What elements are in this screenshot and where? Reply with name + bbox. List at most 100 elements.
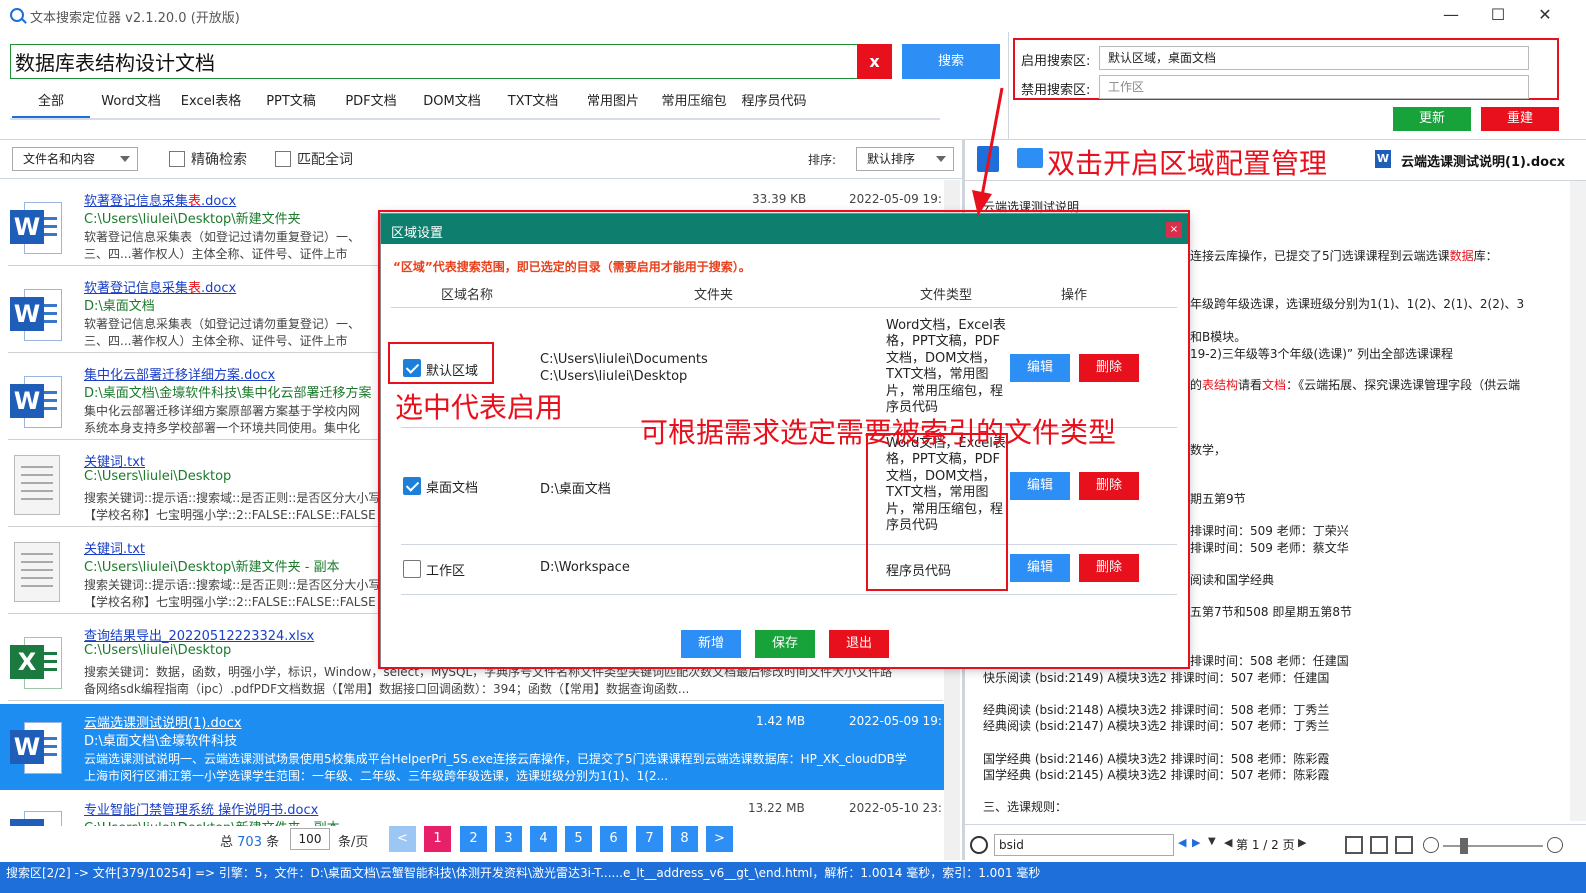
tab-code[interactable]: 程序员代码 <box>734 88 814 120</box>
disabled-area-field[interactable]: 工作区 <box>1099 75 1529 99</box>
tab-ppt[interactable]: PPT文稿 <box>252 88 330 120</box>
search-icon <box>970 836 988 854</box>
zoom-slider[interactable] <box>1443 845 1543 847</box>
page-button[interactable]: 6 <box>600 826 627 852</box>
tab-txt[interactable]: TXT文档 <box>494 88 572 120</box>
tab-images[interactable]: 常用图片 <box>574 88 652 120</box>
page-button[interactable]: 2 <box>460 826 487 852</box>
preview-line: 和B模块。 <box>1190 330 1247 344</box>
tab-divider <box>10 118 940 120</box>
file-name[interactable]: 集中化云部署迁移详细方案.docx <box>84 364 275 383</box>
rebuild-button[interactable]: 重建 <box>1481 107 1559 131</box>
edit-button[interactable]: 编辑 <box>1010 472 1070 500</box>
area-folder: D:\桌面文档 <box>540 482 611 497</box>
item-divider <box>8 700 943 701</box>
page-button[interactable]: 4 <box>530 826 557 852</box>
preview-scrollbar[interactable] <box>1570 181 1586 821</box>
clear-search-button[interactable]: x <box>857 44 892 79</box>
page-button[interactable]: 1 <box>424 826 451 852</box>
single-page-view-icon[interactable] <box>1345 836 1363 854</box>
file-snippet: 【学校名称】七宝明强小学::2::FALSE::FALSE::FALSE <box>84 508 376 522</box>
delete-button[interactable]: 删除 <box>1079 554 1139 582</box>
chevron-down-icon[interactable]: ▼ <box>1208 836 1216 847</box>
file-name[interactable]: 专业智能门禁管理系统 操作说明书.docx <box>84 799 318 818</box>
file-name[interactable]: 软著登记信息采集表.docx <box>84 190 236 209</box>
zoom-in-icon[interactable] <box>1547 837 1563 853</box>
search-button[interactable]: 搜索 <box>902 44 1000 79</box>
find-input[interactable]: bsid <box>994 834 1174 856</box>
file-path: C:\Users\liulei\Desktop\新建文件夹 - 副本 <box>84 817 340 826</box>
file-path: D:\桌面文档\金壕软件科技 <box>84 734 238 749</box>
status-bar: 搜索区[2/2] -> 文件[379/10254] => 引擎：5，文件：D:\… <box>0 862 1586 893</box>
close-window-button[interactable]: ✕ <box>1522 4 1568 28</box>
exit-dialog-button[interactable]: 退出 <box>829 630 889 658</box>
zoom-out-icon[interactable] <box>1423 837 1439 853</box>
list-item-selected[interactable]: W 云端选课测试说明(1).docx D:\桌面文档\金壕软件科技 云端选课测试… <box>0 704 944 790</box>
scope-select[interactable]: 文件名和内容 <box>12 147 138 171</box>
area-enable-checkbox[interactable] <box>403 560 421 578</box>
whole-word-checkbox[interactable] <box>275 151 291 167</box>
area-name: 工作区 <box>426 564 466 579</box>
page-button[interactable]: 5 <box>565 826 592 852</box>
preview-line: 国学经典 (bsid:2145) A模块3选2 排课时间：507 老师：陈彩霞 <box>983 768 1330 782</box>
per-page-input[interactable]: 100 <box>290 828 330 850</box>
enabled-area-field[interactable]: 默认区域，桌面文档 <box>1099 46 1529 70</box>
exact-search-checkbox[interactable] <box>169 151 185 167</box>
sort-select[interactable]: 默认排序 <box>856 147 954 171</box>
delete-button[interactable]: 删除 <box>1079 354 1139 382</box>
word-file-icon: W <box>1375 150 1391 168</box>
find-next-icon[interactable]: ▶ <box>1192 836 1200 849</box>
search-input[interactable]: 数据库表结构设计文档 <box>10 44 858 79</box>
list-item[interactable]: W 专业智能门禁管理系统 操作说明书.docx C:\Users\liulei\… <box>0 793 944 826</box>
two-page-view-icon[interactable] <box>1370 836 1388 854</box>
search-query-text: 数据库表结构设计文档 <box>15 51 215 75</box>
dialog-title: 区域设置 <box>391 226 444 241</box>
tab-excel[interactable]: Excel表格 <box>172 88 250 120</box>
word-file-icon: W <box>10 374 62 430</box>
page-button[interactable]: 3 <box>495 826 522 852</box>
file-snippet: 备网络sdk编程指南（ipc）.pdfPDF文档数据（【常用】数据接口回调函数）… <box>84 682 690 696</box>
page-button[interactable]: 7 <box>636 826 663 852</box>
folder-icon[interactable] <box>1017 148 1043 168</box>
file-name[interactable]: 关键词.txt <box>84 451 145 470</box>
grid-view-icon[interactable] <box>1395 836 1413 854</box>
maximize-button[interactable]: ☐ <box>1475 4 1521 28</box>
next-page-button[interactable]: > <box>706 826 733 852</box>
file-name[interactable]: 查询结果导出_20220512223324.xlsx <box>84 625 314 644</box>
area-enable-checkbox[interactable] <box>403 477 421 495</box>
file-name[interactable]: 云端选课测试说明(1).docx <box>84 712 242 731</box>
area-name: 桌面文档 <box>426 481 479 496</box>
chevron-down-icon <box>936 156 946 162</box>
delete-button[interactable]: 删除 <box>1079 472 1139 500</box>
dialog-close-icon[interactable]: × <box>1166 222 1182 238</box>
page-prev-icon[interactable]: ◀ <box>1224 836 1232 849</box>
tab-archives[interactable]: 常用压缩包 <box>654 88 734 120</box>
edit-button[interactable]: 编辑 <box>1010 354 1070 382</box>
tab-pdf[interactable]: PDF文档 <box>332 88 410 120</box>
save-area-button[interactable]: 保存 <box>755 630 815 658</box>
preview-line: 三、选课规则： <box>983 800 1068 814</box>
page-button[interactable]: 8 <box>671 826 698 852</box>
zoom-slider-handle[interactable] <box>1460 838 1468 854</box>
tab-word[interactable]: Word文档 <box>92 88 170 120</box>
file-name[interactable]: 软著登记信息采集表.docx <box>84 277 236 296</box>
area-file-types[interactable]: Word文档，Excel表格，PPT文稿，PDF文档，DOM文档，TXT文档，常… <box>886 318 1006 416</box>
dialog-title-bar: 区域设置 × <box>381 214 1188 244</box>
minimize-button[interactable]: — <box>1428 4 1474 28</box>
preview-line: 连接云库操作，已提交了5门选课课程到云端选课数据库： <box>1190 249 1498 263</box>
header-divider <box>391 307 1177 308</box>
file-date: 2022-05-09 19: <box>849 714 942 728</box>
preview-line: 19-2)三年级等3个年级(选课)” 列出全部选课课程 <box>1190 347 1453 361</box>
area-config-panel[interactable]: 启用搜索区: 默认区域，桌面文档 禁用搜索区: 工作区 <box>1013 38 1559 100</box>
types-highlight-frame <box>866 433 1008 591</box>
prev-page-button[interactable]: < <box>389 826 416 852</box>
preview-line: 快乐阅读 (bsid:2149) A模块3选2 排课时间：507 老师：任建国 <box>983 671 1330 685</box>
page-next-icon[interactable]: ▶ <box>1298 836 1306 849</box>
update-button[interactable]: 更新 <box>1393 107 1471 131</box>
file-name[interactable]: 关键词.txt <box>84 538 145 557</box>
tab-dom[interactable]: DOM文档 <box>412 88 492 120</box>
edit-button[interactable]: 编辑 <box>1010 554 1070 582</box>
add-area-button[interactable]: 新增 <box>681 630 741 658</box>
tab-all[interactable]: 全部 <box>12 88 90 120</box>
find-prev-icon[interactable]: ◀ <box>1178 836 1186 849</box>
